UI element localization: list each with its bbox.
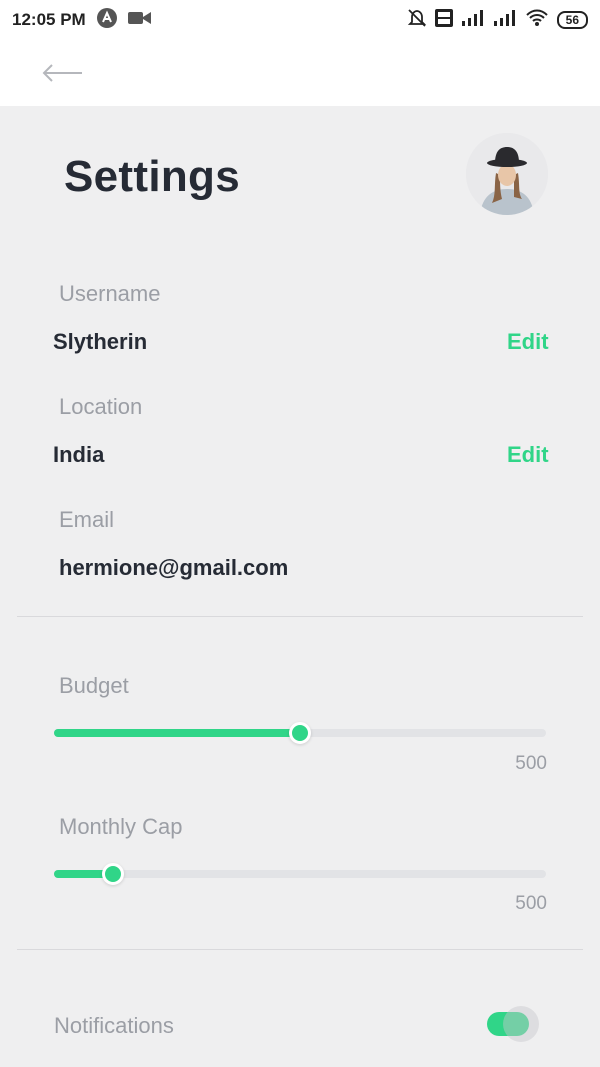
- page-title: Settings: [64, 152, 240, 201]
- monthly-cap-max-value: 500: [515, 893, 547, 914]
- budget-slider[interactable]: [54, 721, 546, 745]
- location-value: India: [53, 442, 105, 467]
- signal-icon-2: [493, 9, 517, 32]
- divider: [17, 616, 583, 617]
- notifications-label: Notifications: [54, 1013, 174, 1038]
- budget-max-value: 500: [515, 753, 547, 774]
- notifications-toggle[interactable]: [487, 1006, 539, 1042]
- app-notification-icon: [96, 7, 118, 34]
- video-camera-icon: [127, 10, 152, 31]
- toggle-knob: [503, 1006, 539, 1042]
- top-bar: [0, 40, 600, 106]
- back-button[interactable]: [40, 58, 86, 88]
- volte-icon: [434, 8, 453, 32]
- back-arrow-icon: [42, 64, 82, 82]
- status-bar: 12:05 PM 56: [0, 0, 600, 40]
- wifi-icon: [525, 9, 549, 32]
- edit-username-button[interactable]: Edit: [507, 329, 549, 355]
- slider-track: [54, 870, 546, 878]
- slider-fill: [54, 729, 300, 737]
- email-label: Email: [59, 507, 115, 532]
- signal-icon: [461, 9, 485, 32]
- mute-bell-icon: [407, 8, 427, 33]
- location-label: Location: [59, 394, 143, 419]
- username-label: Username: [59, 281, 161, 306]
- email-value: hermione@gmail.com: [59, 555, 289, 580]
- budget-label: Budget: [59, 673, 129, 698]
- divider: [17, 949, 583, 950]
- battery-indicator: 56: [556, 11, 588, 29]
- avatar[interactable]: [466, 133, 548, 215]
- monthly-cap-slider[interactable]: [54, 862, 546, 886]
- username-value: Slytherin: [53, 329, 148, 354]
- slider-thumb[interactable]: [102, 863, 125, 885]
- monthly-cap-label: Monthly Cap: [59, 814, 183, 839]
- slider-thumb[interactable]: [289, 722, 311, 744]
- edit-location-button[interactable]: Edit: [507, 442, 549, 468]
- status-time: 12:05 PM: [12, 10, 86, 29]
